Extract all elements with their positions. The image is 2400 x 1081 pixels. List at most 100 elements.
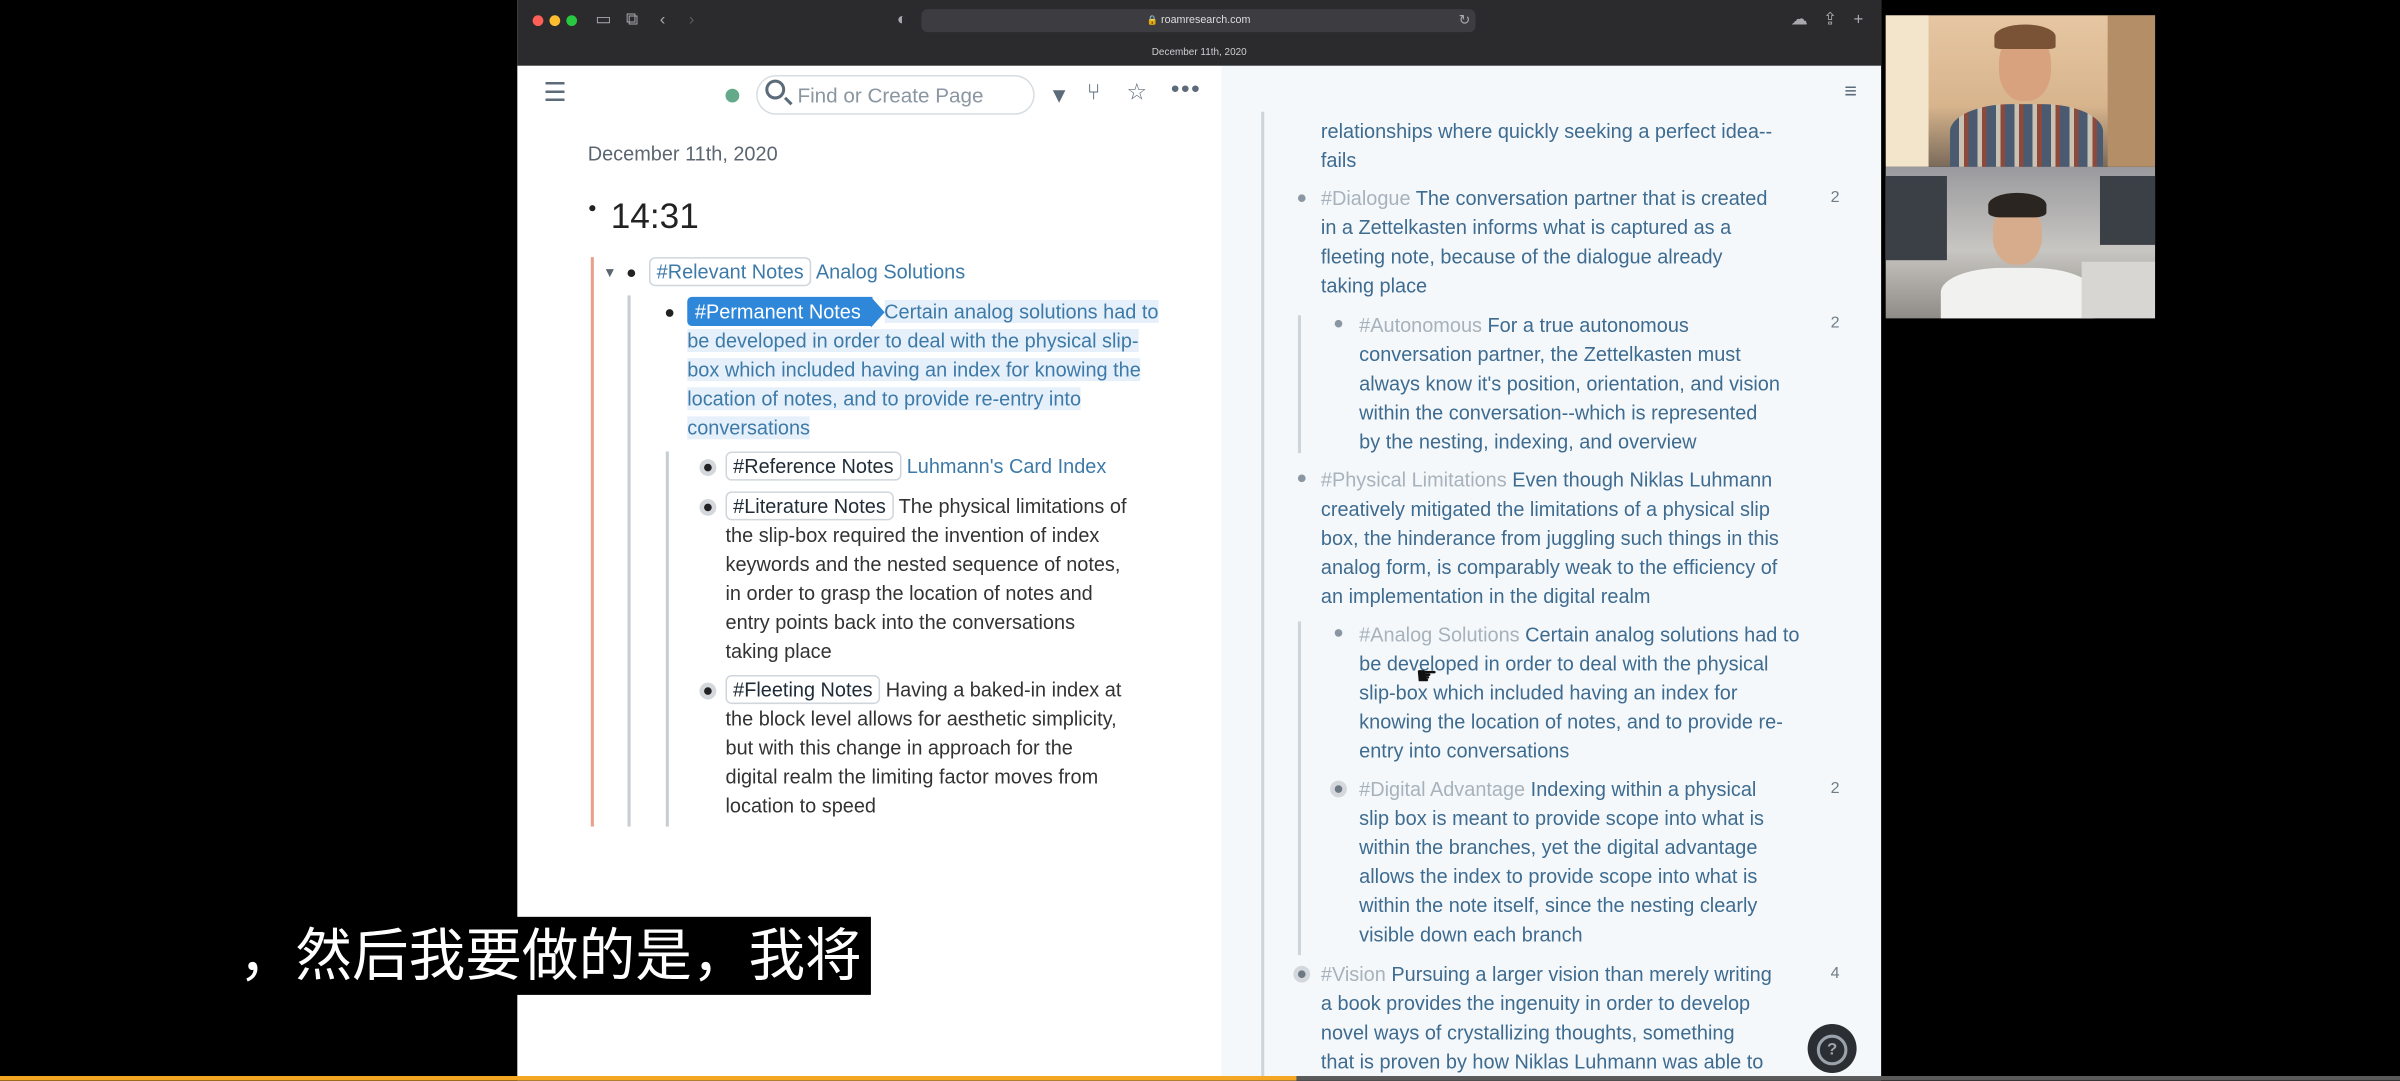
- sidebar-block-autonomous[interactable]: #Autonomous For a true autonomous: [1359, 311, 1689, 340]
- block-bullet[interactable]: [1334, 629, 1343, 637]
- reference-count[interactable]: 2: [1831, 779, 1840, 797]
- person-shirt: [1940, 267, 2094, 319]
- tag-reference-notes[interactable]: #Reference Notes: [725, 451, 902, 481]
- webcam-feed-2: [1885, 166, 2156, 319]
- sidebar-block-analog-solutions[interactable]: #Analog Solutions Certain analog solutio…: [1359, 620, 1799, 649]
- block-bullet[interactable]: [699, 459, 717, 477]
- sidebar-block-text: novel ways of crystallizing thoughts, so…: [1320, 1020, 1735, 1044]
- tag-digital-advantage[interactable]: #Digital Advantage: [1359, 778, 1525, 801]
- new-tab-icon[interactable]: +: [1854, 9, 1864, 30]
- sidebar-block-text: within the branches, yet the digital adv…: [1359, 835, 1758, 859]
- sidebar-block-text: within the conversation--which is repres…: [1359, 401, 1758, 424]
- block-permanent-notes-line[interactable]: #Permanent Notes Certain analog solution…: [687, 296, 1159, 328]
- tag-analog-solutions[interactable]: #Analog Solutions: [1359, 623, 1519, 646]
- right-sidebar-icon[interactable]: ≡: [1844, 78, 1857, 102]
- page-link[interactable]: Analog Solutions: [816, 260, 965, 283]
- sidebar-block-dialogue[interactable]: #Dialogue The conversation partner that …: [1321, 184, 1768, 213]
- star-icon[interactable]: ☆: [1127, 80, 1148, 108]
- tag-literature-notes[interactable]: #Literature Notes: [725, 491, 894, 521]
- cloud-icon[interactable]: ☁: [1791, 9, 1808, 30]
- sidebar-block-text[interactable]: fails: [1321, 145, 1356, 174]
- help-button[interactable]: ?: [1807, 1023, 1857, 1073]
- tag-physical-limitations[interactable]: #Physical Limitations: [1321, 468, 1507, 491]
- sidebar-block-text: slip box is meant to provide scope into …: [1359, 806, 1764, 830]
- browser-toolbar: ▭ ⧉ ‹ › ◐ 🔒 roamresearch.com ↻ ☁ ⇪ + Dece…: [517, 0, 1882, 66]
- sidebar-block-text: Pursuing a larger vision than merely wri…: [1391, 962, 1772, 986]
- block-text: taking place: [725, 639, 832, 663]
- block-text: location of notes, and to provide re-ent…: [687, 387, 1082, 411]
- block-bullet[interactable]: [665, 309, 674, 317]
- block-text: conversations: [687, 416, 811, 440]
- block-bullet[interactable]: [1297, 474, 1306, 483]
- sidebar-block-text: conversation partner, the Zettelkasten m…: [1359, 342, 1741, 366]
- search-input[interactable]: Find or Create Page: [756, 74, 1035, 115]
- sidebar-block-text[interactable]: relationships where quickly seeking a pe…: [1321, 116, 1772, 145]
- block-bullet[interactable]: [1293, 965, 1311, 983]
- reference-count[interactable]: 2: [1831, 314, 1840, 332]
- indent-guide: [1297, 621, 1302, 956]
- reference-count[interactable]: 2: [1831, 188, 1840, 206]
- sidebar-block-text: The conversation partner that is created: [1415, 186, 1768, 210]
- person-shirt: [1949, 104, 2104, 167]
- indent-guide: [590, 257, 594, 827]
- block-bullet[interactable]: [589, 205, 596, 212]
- share-icon[interactable]: ⇪: [1823, 9, 1837, 30]
- sidebar-block-digital-advantage[interactable]: #Digital Advantage Indexing within a phy…: [1359, 774, 1756, 803]
- time-block[interactable]: 14:31: [611, 194, 699, 237]
- hand-pointer-cursor-icon: ☛: [1415, 664, 1438, 691]
- tab-overview-icon[interactable]: ⧉: [626, 9, 638, 30]
- block-reference-notes[interactable]: #Reference Notes Luhmann's Card Index: [725, 451, 1107, 481]
- block-bullet[interactable]: [699, 498, 717, 516]
- graph-icon[interactable]: ⑂: [1087, 80, 1101, 108]
- tag-permanent-notes[interactable]: #Permanent Notes: [687, 296, 886, 328]
- sidebar-block-text: always know it's position, orientation, …: [1359, 371, 1780, 395]
- tag-fleeting-notes[interactable]: #Fleeting Notes: [725, 674, 881, 705]
- tag-autonomous[interactable]: #Autonomous: [1359, 314, 1482, 337]
- close-window-button[interactable]: [532, 15, 544, 27]
- back-icon[interactable]: ‹: [660, 9, 666, 30]
- sidebar-icon[interactable]: ▭: [595, 9, 611, 30]
- tag-vision[interactable]: #Vision: [1321, 963, 1386, 986]
- search-placeholder: Find or Create Page: [797, 84, 984, 108]
- privacy-shield-icon[interactable]: ◐: [897, 9, 907, 30]
- block-bullet[interactable]: [627, 269, 636, 278]
- block-text: be developed in order to deal with the p…: [687, 329, 1139, 353]
- tab-title[interactable]: December 11th, 2020: [517, 41, 1881, 65]
- zoom-window-button[interactable]: [566, 15, 578, 27]
- sidebar-block-text: taking place: [1320, 273, 1428, 297]
- block-fleeting-notes[interactable]: #Fleeting Notes Having a baked-in index …: [725, 674, 1122, 705]
- block-text: The physical limitations of: [898, 494, 1127, 518]
- minimize-window-button[interactable]: [549, 15, 561, 27]
- page-title[interactable]: December 11th, 2020: [588, 139, 778, 168]
- reload-icon[interactable]: ↻: [1459, 9, 1471, 30]
- person-hair: [1994, 24, 2056, 49]
- sidebar-block-text: box, the hinderance from juggling such t…: [1320, 526, 1779, 550]
- tag-relevant-notes[interactable]: #Relevant Notes: [648, 257, 812, 287]
- sidebar-block-text: Even though Niklas Luhmann: [1512, 468, 1773, 492]
- block-literature-notes[interactable]: #Literature Notes The physical limitatio…: [725, 491, 1127, 521]
- block-bullet[interactable]: [1297, 194, 1306, 203]
- forward-icon[interactable]: ›: [689, 9, 695, 30]
- sidebar-block-physical-limitations[interactable]: #Physical Limitations Even though Niklas…: [1321, 465, 1772, 494]
- address-bar[interactable]: 🔒 roamresearch.com: [921, 9, 1476, 33]
- hamburger-menu-icon[interactable]: ☰: [543, 79, 566, 108]
- block-text: entry points back into the conversations: [725, 610, 1076, 634]
- sidebar-block-text: within the note itself, since the nestin…: [1359, 893, 1758, 917]
- block-bullet[interactable]: [699, 682, 717, 700]
- more-options-icon[interactable]: •••: [1171, 77, 1201, 105]
- sidebar-block-text: For a true autonomous: [1487, 313, 1689, 337]
- sidebar-block-text: creatively mitigated the limitations of …: [1320, 497, 1770, 521]
- block-text: Having a baked-in index at: [885, 678, 1122, 702]
- page-link[interactable]: Luhmann's Card Index: [907, 455, 1107, 478]
- block-text: the block level allows for aesthetic sim…: [725, 707, 1117, 731]
- block-relevant-notes[interactable]: #Relevant Notes Analog Solutions: [648, 257, 965, 287]
- sidebar-block-vision[interactable]: #Vision Pursuing a larger vision than me…: [1321, 960, 1772, 989]
- tag-dialogue[interactable]: #Dialogue: [1321, 187, 1411, 210]
- sidebar-block-text: entry into conversations: [1359, 739, 1570, 763]
- collapse-caret-icon[interactable]: ▼: [603, 259, 617, 288]
- block-bullet[interactable]: [1330, 780, 1347, 798]
- filter-icon[interactable]: ▼: [1048, 81, 1069, 109]
- indent-guide: [665, 451, 669, 827]
- block-bullet[interactable]: [1334, 319, 1343, 328]
- reference-count[interactable]: 4: [1831, 964, 1840, 982]
